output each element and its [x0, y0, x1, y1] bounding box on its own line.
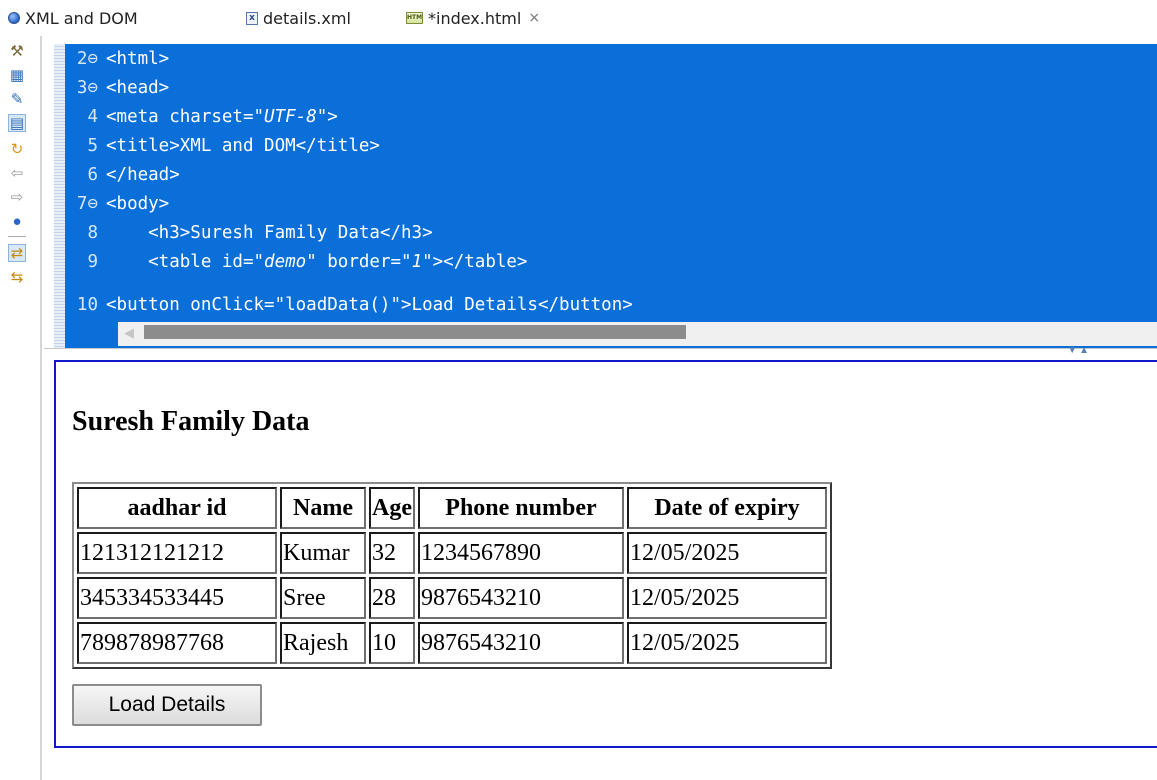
code-line[interactable]: 7⊖ <body>	[74, 191, 169, 217]
html-preview-pane: Suresh Family Data aadhar id Name Age Ph…	[54, 360, 1157, 748]
table-cell: 32	[369, 532, 415, 574]
table-cell: 1234567890	[417, 532, 624, 574]
back-arrow-icon[interactable]: ⇦	[8, 164, 26, 182]
sync-icon[interactable]: ⇄	[8, 244, 26, 262]
table-cell: 9876543210	[417, 622, 624, 664]
column-header: aadhar id	[77, 487, 277, 529]
code-line[interactable]: 9 <table id="demo" border="1"></table>	[74, 249, 527, 275]
table-cell: 28	[369, 577, 415, 619]
tab-details-xml[interactable]: x details.xml	[246, 6, 351, 30]
code-line[interactable]: 8 <h3>Suresh Family Data</h3>	[74, 220, 432, 246]
scrollbar-thumb[interactable]	[144, 325, 686, 339]
table-cell: 10	[369, 622, 415, 664]
tools-icon[interactable]: ⚒	[8, 42, 26, 60]
table-row: 121312121212 Kumar 32 1234567890 12/05/2…	[77, 532, 827, 574]
table-cell: Sree	[280, 577, 366, 619]
table-cell: 12/05/2025	[626, 532, 827, 574]
data-table: aadhar id Name Age Phone number Date of …	[72, 482, 832, 669]
column-header: Age	[369, 487, 415, 529]
globe-icon[interactable]: ●	[8, 212, 26, 230]
toolbar-separator	[8, 236, 26, 237]
collapse-arrows-icon[interactable]: ▼▲	[1067, 345, 1091, 356]
table-cell: 789878987768	[77, 622, 277, 664]
globe-icon	[8, 12, 20, 24]
forward-arrow-icon[interactable]: ⇨	[8, 188, 26, 206]
code-editor[interactable]: 2⊖ <html> 3⊖ <head> 4 <meta charset="UTF-8"…	[44, 36, 1157, 350]
table-cell: 345334533445	[77, 577, 277, 619]
table-header-row: aadhar id Name Age Phone number Date of …	[77, 487, 827, 529]
tab-index-html[interactable]: HTM *index.html ×	[406, 6, 540, 30]
close-icon[interactable]: ×	[528, 10, 540, 26]
column-header: Phone number	[417, 487, 624, 529]
left-toolbar: ⚒ ▦ ✎ ▤ ↻ ⇦ ⇨ ● ⇄ ⇆	[0, 36, 40, 780]
html-file-icon: HTM	[406, 12, 423, 24]
column-header: Name	[280, 487, 366, 529]
code-line[interactable]: 3⊖ <head>	[74, 75, 169, 101]
tab-label: *index.html	[428, 8, 522, 28]
tab-xml-and-dom[interactable]: XML and DOM	[8, 6, 138, 30]
table-cell: 12/05/2025	[626, 577, 827, 619]
table-row: 789878987768 Rajesh 10 9876543210 12/05/…	[77, 622, 827, 664]
table-cell: Kumar	[280, 532, 366, 574]
code-line[interactable]: 10 <button onClick="loadData()">Load Deta…	[74, 292, 633, 318]
editor-tab-bar: XML and DOM x details.xml HTM *index.htm…	[0, 0, 1157, 36]
page-heading: Suresh Family Data	[72, 406, 310, 437]
sync-alt-icon[interactable]: ⇆	[8, 268, 26, 286]
code-line[interactable]: 2⊖ <html>	[74, 46, 169, 72]
refresh-icon[interactable]: ↻	[8, 140, 26, 158]
xml-file-icon: x	[246, 11, 258, 25]
pane-splitter[interactable]: ▼▲	[44, 345, 1157, 358]
open-browser-icon[interactable]: ▦	[8, 66, 26, 84]
table-cell: 12/05/2025	[626, 622, 827, 664]
load-details-button[interactable]: Load Details	[72, 684, 262, 726]
vertical-ruler	[40, 36, 42, 780]
column-header: Date of expiry	[626, 487, 827, 529]
code-line[interactable]: 5 <title>XML and DOM</title>	[74, 133, 379, 159]
tab-label: XML and DOM	[25, 8, 138, 28]
table-cell: 9876543210	[417, 577, 624, 619]
code-line[interactable]: 4 <meta charset="UTF-8">	[74, 104, 337, 130]
edit-icon[interactable]: ✎	[8, 90, 26, 108]
preview-icon[interactable]: ▤	[8, 114, 26, 132]
code-line[interactable]: 6 </head>	[74, 162, 179, 188]
tab-label: details.xml	[263, 8, 351, 28]
editor-gutter	[54, 44, 65, 350]
table-cell: Rajesh	[280, 622, 366, 664]
table-cell: 121312121212	[77, 532, 277, 574]
table-row: 345334533445 Sree 28 9876543210 12/05/20…	[77, 577, 827, 619]
scroll-left-icon[interactable]: ◀	[124, 325, 134, 341]
